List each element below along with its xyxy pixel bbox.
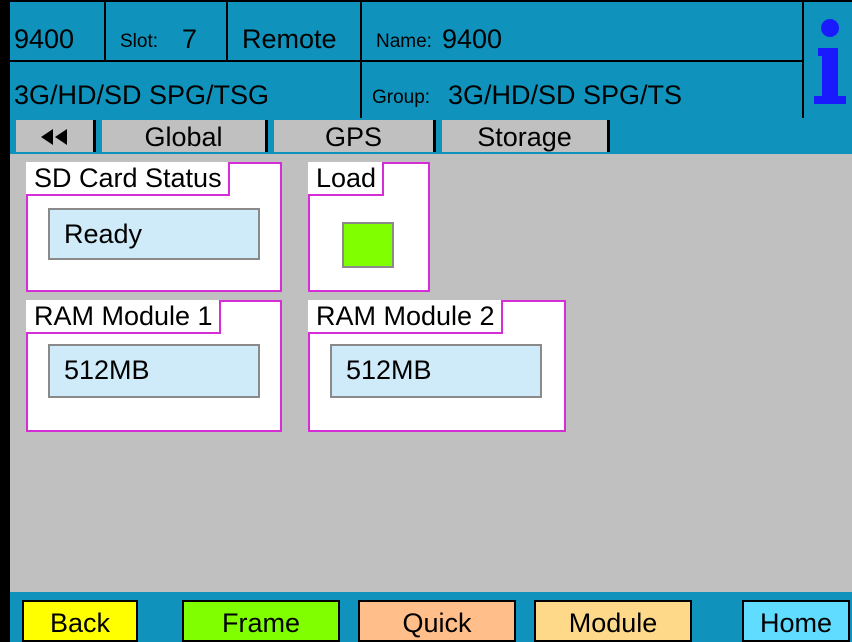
load-panel: Load: [308, 162, 430, 292]
slot-value: 7: [182, 24, 198, 54]
ram-module-1-value: 512MB: [48, 344, 260, 398]
slot-label: Slot:: [120, 31, 159, 52]
sd-card-status-title: SD Card Status: [26, 162, 230, 196]
load-title: Load: [308, 162, 385, 196]
ram-module-2-panel: RAM Module 2 512MB: [308, 300, 566, 432]
ram-module-1-title: RAM Module 1: [26, 300, 221, 334]
header-divider-top: [10, 0, 852, 2]
tab-storage[interactable]: Storage: [442, 120, 610, 152]
ram-module-1-panel: RAM Module 1 512MB: [26, 300, 282, 432]
group-value: 3G/HD/SD SPG/TS: [448, 80, 683, 110]
header-divider-mid: [10, 60, 802, 62]
ram-module-2-title: RAM Module 2: [308, 300, 503, 334]
header-divider-3: [360, 0, 362, 118]
tab-bar: Global GPS Storage: [10, 118, 852, 154]
name-label: Name:: [376, 31, 432, 52]
load-status-indicator[interactable]: [342, 222, 394, 268]
info-icon[interactable]: [810, 8, 850, 108]
sd-card-status-value: Ready: [48, 208, 260, 260]
header-bar: 9400 Slot: 7 Remote Name: 9400 3G/HD/SD …: [10, 0, 852, 118]
header-divider-1: [104, 0, 106, 60]
quick-button[interactable]: Quick: [358, 600, 516, 642]
sd-card-status-panel: SD Card Status Ready: [26, 162, 282, 292]
module-button[interactable]: Module: [534, 600, 692, 642]
mode-label: Remote: [242, 24, 337, 54]
home-button[interactable]: Home: [742, 600, 850, 642]
double-left-arrow-icon: [40, 128, 67, 145]
tab-back-arrows[interactable]: [16, 120, 96, 152]
footer-bar: Back Frame Quick Module Home: [10, 592, 852, 642]
header-divider-4: [802, 0, 804, 118]
back-button[interactable]: Back: [22, 600, 138, 642]
tab-gps[interactable]: GPS: [274, 120, 436, 152]
header-divider-2: [226, 0, 228, 60]
device-screen: 9400 Slot: 7 Remote Name: 9400 3G/HD/SD …: [10, 0, 852, 642]
tab-global[interactable]: Global: [102, 120, 268, 152]
ram-module-2-value: 512MB: [330, 344, 542, 398]
group-label: Group:: [372, 87, 431, 108]
device-id: 9400: [14, 24, 75, 54]
frame-button[interactable]: Frame: [182, 600, 340, 642]
name-value: 9400: [442, 24, 503, 54]
product-name: 3G/HD/SD SPG/TSG: [14, 80, 270, 110]
